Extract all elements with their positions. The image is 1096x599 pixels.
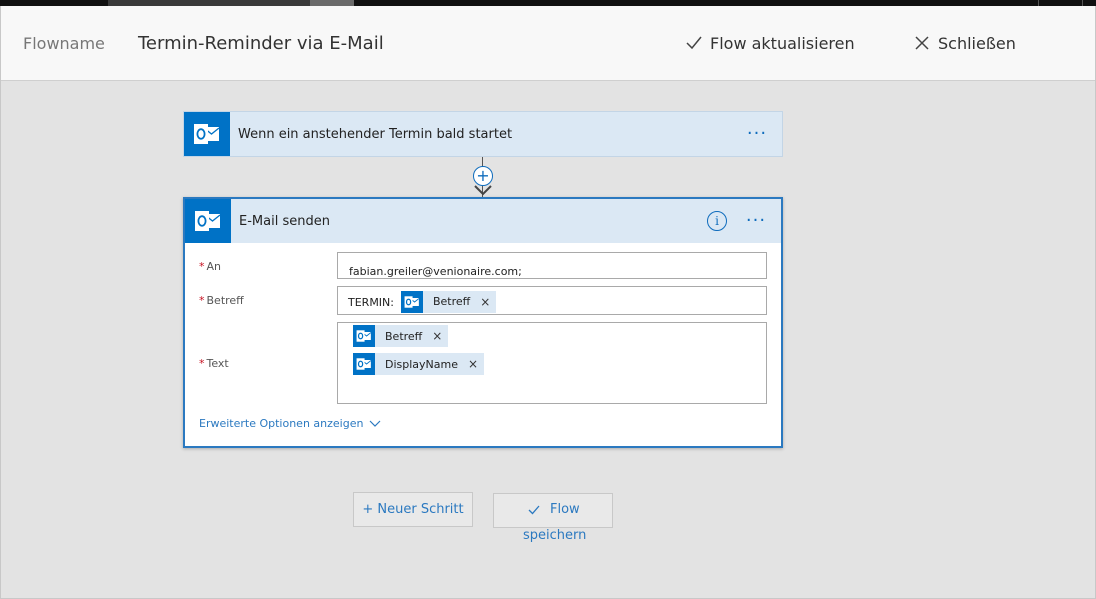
trigger-title: Wenn ein anstehender Termin bald startet <box>238 126 513 142</box>
more-options-icon[interactable]: ··· <box>741 212 771 230</box>
advanced-options-link[interactable]: Erweiterte Optionen anzeigen <box>199 417 381 430</box>
to-field-value: fabian.greiler@venionaire.com; <box>349 265 522 278</box>
flow-name-value[interactable]: Termin-Reminder via E-Mail <box>138 33 384 54</box>
add-step-icon[interactable]: + <box>473 166 493 186</box>
required-marker: * <box>199 357 205 370</box>
to-field-label: * An <box>199 260 221 273</box>
advanced-options-label: Erweiterte Optionen anzeigen <box>199 417 364 430</box>
dynamic-content-token[interactable]: Betreff × <box>353 325 449 347</box>
text-label-text: Text <box>206 357 229 370</box>
arrow-down-icon <box>474 185 492 196</box>
trigger-card[interactable]: Wenn ein anstehender Termin bald startet… <box>183 111 783 157</box>
remove-token-icon[interactable]: × <box>432 329 442 343</box>
remove-token-icon[interactable]: × <box>480 295 490 309</box>
outlook-icon <box>353 325 375 347</box>
outlook-icon <box>184 112 230 156</box>
subject-field-label: * Betreff <box>199 294 244 307</box>
info-icon[interactable]: i <box>707 211 727 231</box>
checkmark-icon <box>686 36 702 50</box>
more-options-icon[interactable]: ··· <box>742 125 772 143</box>
close-icon <box>915 36 929 50</box>
to-field[interactable]: fabian.greiler@venionaire.com; <box>337 252 767 279</box>
outlook-icon <box>185 199 231 243</box>
text-field-label: * Text <box>199 357 229 370</box>
remove-token-icon[interactable]: × <box>468 357 478 371</box>
dynamic-content-token[interactable]: DisplayName × <box>353 353 485 375</box>
new-step-button[interactable]: + Neuer Schritt <box>353 492 473 527</box>
flow-name-label: Flowname <box>23 34 105 53</box>
subject-field[interactable]: TERMIN: Betreff × <box>337 286 767 315</box>
token-label: Betreff <box>385 329 423 343</box>
close-label: Schließen <box>938 33 1016 53</box>
subject-label-text: Betreff <box>206 294 244 307</box>
action-card[interactable]: E-Mail senden i ··· * An fabian.greiler@v… <box>183 197 783 448</box>
required-marker: * <box>199 294 205 307</box>
token-label: Betreff <box>432 295 471 308</box>
to-label-text: An <box>206 260 222 273</box>
checkmark-icon <box>528 505 540 514</box>
close-button[interactable]: Schließen <box>914 32 1016 54</box>
flow-header: Flowname Termin-Reminder via E-Mail Flow… <box>1 6 1095 81</box>
chevron-down-icon <box>370 420 381 427</box>
subject-prefix: TERMIN: <box>348 295 394 309</box>
outlook-icon <box>353 353 375 375</box>
action-card-header[interactable]: E-Mail senden i ··· <box>185 199 781 243</box>
update-flow-label: Flow aktualisieren <box>710 33 855 53</box>
save-flow-button[interactable]: Flow <box>493 493 613 528</box>
token-label: DisplayName <box>385 357 458 371</box>
save-flow-line1: Flow <box>528 502 580 517</box>
update-flow-button[interactable]: Flow aktualisieren <box>686 32 855 54</box>
dynamic-content-token[interactable]: Betreff × <box>400 290 497 313</box>
outlook-icon <box>400 290 423 313</box>
save-flow-label-line2[interactable]: speichern <box>523 528 586 543</box>
trigger-card-header[interactable]: Wenn ein anstehender Termin bald startet… <box>184 112 782 156</box>
new-step-label: + Neuer Schritt <box>362 502 464 517</box>
body-text-field[interactable]: Betreff × DisplayName × <box>337 322 767 404</box>
save-flow-label: Flow <box>550 502 580 517</box>
required-marker: * <box>199 260 205 273</box>
action-title: E-Mail senden <box>239 213 330 229</box>
